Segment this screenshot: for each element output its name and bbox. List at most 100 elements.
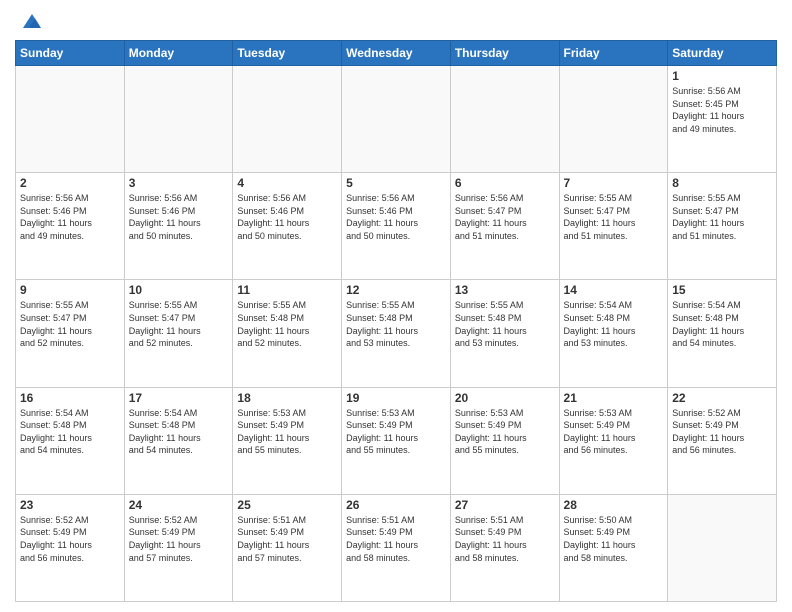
day-cell: 1 Sunrise: 5:56 AM Sunset: 5:45 PM Daylig… [668, 66, 777, 173]
day-number: 2 [20, 176, 120, 190]
day-cell: 4Sunrise: 5:56 AM Sunset: 5:46 PM Daylig… [233, 173, 342, 280]
calendar-table: SundayMondayTuesdayWednesdayThursdayFrid… [15, 40, 777, 602]
day-cell: 26 Sunrise: 5:51 AM Sunset: 5:49 PM Dayli… [342, 494, 451, 601]
day-cell: 17 Sunrise: 5:54 AM Sunset: 5:48 PM Dayli… [124, 387, 233, 494]
day-info: Sunrise: 5:55 AM Sunset: 5:48 PM Dayligh… [455, 299, 555, 349]
day-number: 28 [564, 498, 664, 512]
day-cell: 16 Sunrise: 5:54 AM Sunset: 5:48 PM Dayli… [16, 387, 125, 494]
day-number: 24 [129, 498, 229, 512]
day-number: 21 [564, 391, 664, 405]
day-number: 15 [672, 283, 772, 297]
day-number: 11 [237, 283, 337, 297]
weekday-header-wednesday: Wednesday [342, 41, 451, 66]
week-row-1: 2 Sunrise: 5:56 AM Sunset: 5:46 PM Daylig… [16, 173, 777, 280]
day-number: 23 [20, 498, 120, 512]
day-number: 14 [564, 283, 664, 297]
day-cell: 6Sunrise: 5:56 AM Sunset: 5:47 PM Daylig… [450, 173, 559, 280]
day-number: 1 [672, 69, 772, 83]
day-info: Sunrise: 5:55 AM Sunset: 5:47 PM Dayligh… [564, 192, 664, 242]
day-info: Sunrise: 5:54 AM Sunset: 5:48 PM Dayligh… [20, 407, 120, 457]
day-cell: 25 Sunrise: 5:51 AM Sunset: 5:49 PM Dayli… [233, 494, 342, 601]
weekday-header-tuesday: Tuesday [233, 41, 342, 66]
day-info: Sunrise: 5:56 AM Sunset: 5:46 PM Dayligh… [346, 192, 446, 242]
day-cell [16, 66, 125, 173]
day-number: 26 [346, 498, 446, 512]
day-cell: 14 Sunrise: 5:54 AM Sunset: 5:48 PM Dayli… [559, 280, 668, 387]
day-number: 10 [129, 283, 229, 297]
logo-icon [21, 10, 43, 32]
day-info: Sunrise: 5:53 AM Sunset: 5:49 PM Dayligh… [237, 407, 337, 457]
day-info: Sunrise: 5:53 AM Sunset: 5:49 PM Dayligh… [455, 407, 555, 457]
day-info: Sunrise: 5:52 AM Sunset: 5:49 PM Dayligh… [672, 407, 772, 457]
day-number: 16 [20, 391, 120, 405]
day-number: 3 [129, 176, 229, 190]
day-info: Sunrise: 5:50 AM Sunset: 5:49 PM Dayligh… [564, 514, 664, 564]
day-number: 17 [129, 391, 229, 405]
day-info: Sunrise: 5:51 AM Sunset: 5:49 PM Dayligh… [346, 514, 446, 564]
week-row-4: 23 Sunrise: 5:52 AM Sunset: 5:49 PM Dayli… [16, 494, 777, 601]
week-row-3: 16 Sunrise: 5:54 AM Sunset: 5:48 PM Dayli… [16, 387, 777, 494]
day-number: 25 [237, 498, 337, 512]
day-info: Sunrise: 5:51 AM Sunset: 5:49 PM Dayligh… [237, 514, 337, 564]
day-number: 19 [346, 391, 446, 405]
day-cell: 10 Sunrise: 5:55 AM Sunset: 5:47 PM Dayli… [124, 280, 233, 387]
logo [15, 10, 43, 32]
day-cell [559, 66, 668, 173]
day-number: 7 [564, 176, 664, 190]
day-cell: 18 Sunrise: 5:53 AM Sunset: 5:49 PM Dayli… [233, 387, 342, 494]
day-info: Sunrise: 5:56 AM Sunset: 5:46 PM Dayligh… [20, 192, 120, 242]
day-info: Sunrise: 5:52 AM Sunset: 5:49 PM Dayligh… [20, 514, 120, 564]
header [15, 10, 777, 32]
day-info: Sunrise: 5:56 AM Sunset: 5:46 PM Dayligh… [129, 192, 229, 242]
day-info: Sunrise: 5:52 AM Sunset: 5:49 PM Dayligh… [129, 514, 229, 564]
week-row-0: 1 Sunrise: 5:56 AM Sunset: 5:45 PM Daylig… [16, 66, 777, 173]
day-cell: 27 Sunrise: 5:51 AM Sunset: 5:49 PM Dayli… [450, 494, 559, 601]
day-cell: 28 Sunrise: 5:50 AM Sunset: 5:49 PM Dayli… [559, 494, 668, 601]
day-cell: 24 Sunrise: 5:52 AM Sunset: 5:49 PM Dayli… [124, 494, 233, 601]
weekday-header-friday: Friday [559, 41, 668, 66]
day-number: 5 [346, 176, 446, 190]
day-info: Sunrise: 5:54 AM Sunset: 5:48 PM Dayligh… [129, 407, 229, 457]
day-info: Sunrise: 5:55 AM Sunset: 5:47 PM Dayligh… [672, 192, 772, 242]
day-info: Sunrise: 5:55 AM Sunset: 5:47 PM Dayligh… [20, 299, 120, 349]
day-cell [342, 66, 451, 173]
day-cell: 3 Sunrise: 5:56 AM Sunset: 5:46 PM Daylig… [124, 173, 233, 280]
day-cell: 23 Sunrise: 5:52 AM Sunset: 5:49 PM Dayli… [16, 494, 125, 601]
day-cell [124, 66, 233, 173]
weekday-header-sunday: Sunday [16, 41, 125, 66]
day-number: 4 [237, 176, 337, 190]
day-cell [668, 494, 777, 601]
day-cell: 22 Sunrise: 5:52 AM Sunset: 5:49 PM Dayli… [668, 387, 777, 494]
day-info: Sunrise: 5:55 AM Sunset: 5:47 PM Dayligh… [129, 299, 229, 349]
page: SundayMondayTuesdayWednesdayThursdayFrid… [0, 0, 792, 612]
day-number: 18 [237, 391, 337, 405]
day-info: Sunrise: 5:56 AM Sunset: 5:45 PM Dayligh… [672, 85, 772, 135]
weekday-header-monday: Monday [124, 41, 233, 66]
day-info: Sunrise: 5:51 AM Sunset: 5:49 PM Dayligh… [455, 514, 555, 564]
day-cell [450, 66, 559, 173]
day-cell: 20 Sunrise: 5:53 AM Sunset: 5:49 PM Dayli… [450, 387, 559, 494]
day-number: 9 [20, 283, 120, 297]
day-cell [233, 66, 342, 173]
day-number: 6 [455, 176, 555, 190]
day-info: Sunrise: 5:54 AM Sunset: 5:48 PM Dayligh… [672, 299, 772, 349]
day-cell: 15 Sunrise: 5:54 AM Sunset: 5:48 PM Dayli… [668, 280, 777, 387]
day-cell: 7 Sunrise: 5:55 AM Sunset: 5:47 PM Daylig… [559, 173, 668, 280]
day-number: 27 [455, 498, 555, 512]
day-number: 13 [455, 283, 555, 297]
day-number: 20 [455, 391, 555, 405]
day-cell: 21Sunrise: 5:53 AM Sunset: 5:49 PM Dayli… [559, 387, 668, 494]
weekday-header-saturday: Saturday [668, 41, 777, 66]
day-info: Sunrise: 5:53 AM Sunset: 5:49 PM Dayligh… [346, 407, 446, 457]
day-info: Sunrise: 5:55 AM Sunset: 5:48 PM Dayligh… [346, 299, 446, 349]
day-cell: 5 Sunrise: 5:56 AM Sunset: 5:46 PM Daylig… [342, 173, 451, 280]
day-number: 8 [672, 176, 772, 190]
week-row-2: 9 Sunrise: 5:55 AM Sunset: 5:47 PM Daylig… [16, 280, 777, 387]
day-info: Sunrise: 5:55 AM Sunset: 5:48 PM Dayligh… [237, 299, 337, 349]
day-number: 22 [672, 391, 772, 405]
weekday-header-row: SundayMondayTuesdayWednesdayThursdayFrid… [16, 41, 777, 66]
day-cell: 8 Sunrise: 5:55 AM Sunset: 5:47 PM Daylig… [668, 173, 777, 280]
day-cell: 12Sunrise: 5:55 AM Sunset: 5:48 PM Dayli… [342, 280, 451, 387]
weekday-header-thursday: Thursday [450, 41, 559, 66]
day-info: Sunrise: 5:54 AM Sunset: 5:48 PM Dayligh… [564, 299, 664, 349]
